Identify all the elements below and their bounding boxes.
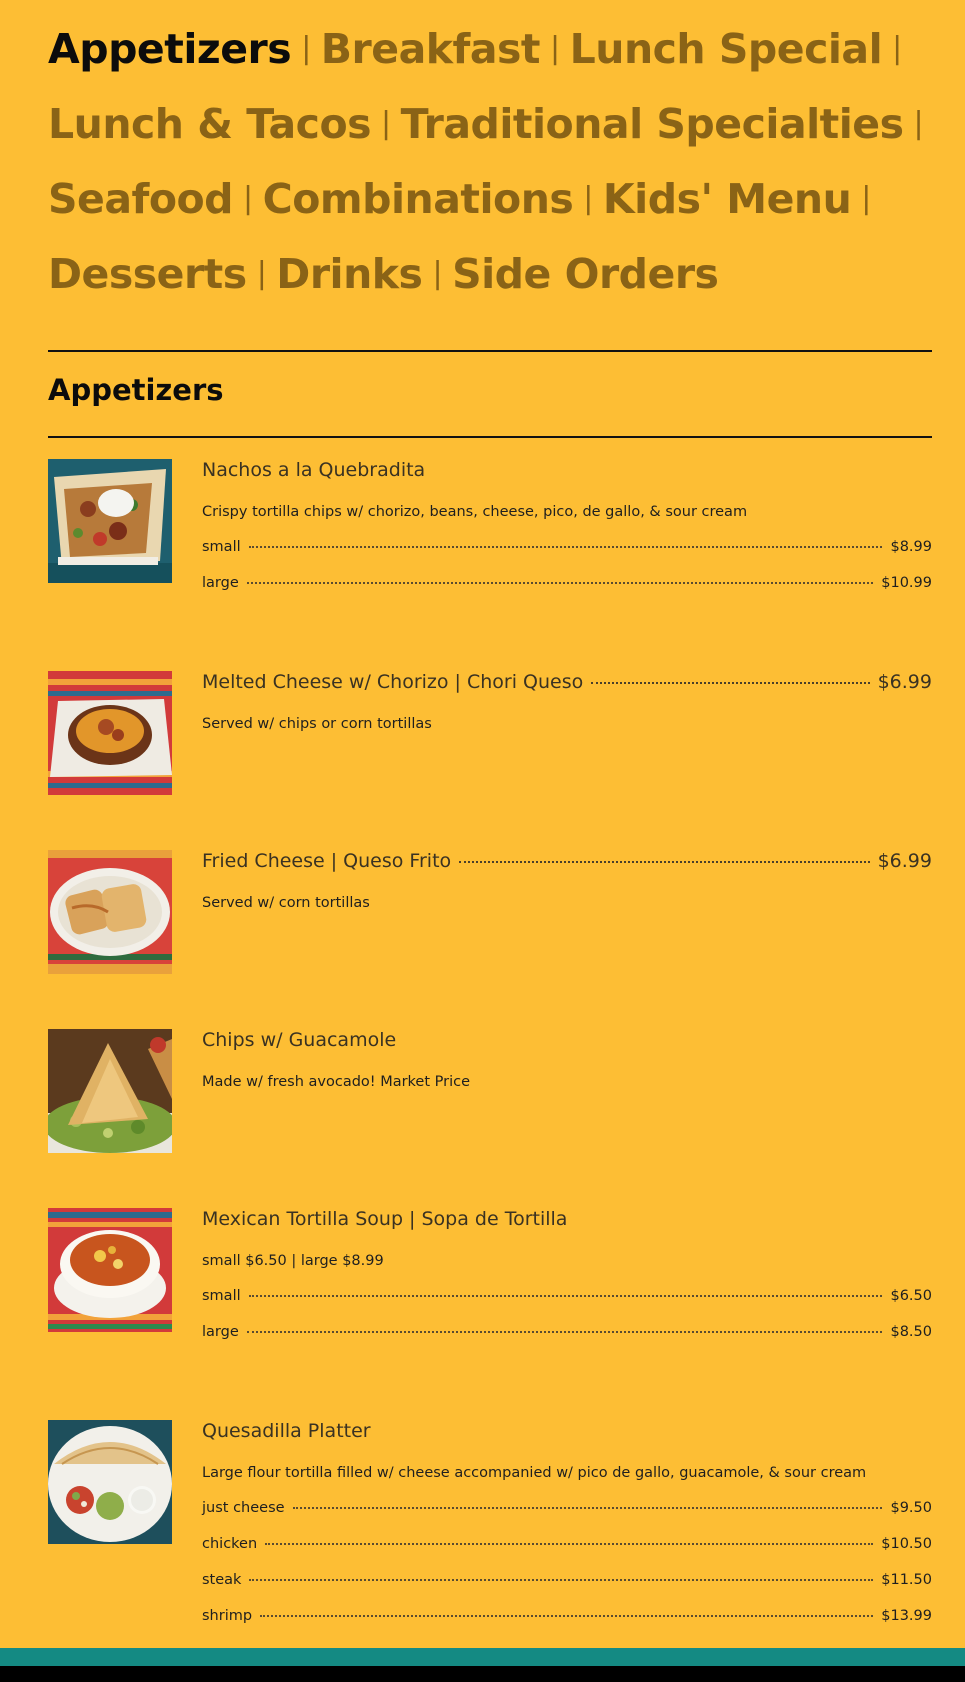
price-option-row: small $6.50 — [202, 1288, 932, 1308]
item-description: Served w/ chips or corn tortillas — [202, 716, 432, 732]
nav-link-lunch-tacos[interactable]: Lunch & Tacos — [48, 100, 372, 148]
nav-separator: | — [583, 181, 593, 216]
dotted-leader — [591, 682, 870, 684]
item-name: Mexican Tortilla Soup | Sopa de Tortilla — [202, 1208, 568, 1230]
nav-separator: | — [861, 181, 871, 216]
option-label: small — [202, 1288, 241, 1304]
section-title: Appetizers — [48, 373, 224, 407]
dotted-leader — [292, 1507, 883, 1509]
item-description: Large flour tortilla filled w/ cheese ac… — [202, 1465, 867, 1481]
dotted-leader — [246, 1331, 883, 1333]
guacamole-photo[interactable] — [48, 1029, 172, 1153]
price-option-row: large $8.50 — [202, 1324, 932, 1344]
item-price: $6.99 — [877, 671, 932, 693]
nav-link-side-orders[interactable]: Side Orders — [452, 250, 719, 298]
price-option-row: shrimp $13.99 — [202, 1608, 932, 1628]
option-label: steak — [202, 1572, 242, 1588]
nav-link-traditional-specialties[interactable]: Traditional Specialties — [401, 100, 904, 148]
nav-separator: | — [243, 181, 253, 216]
option-price: $10.99 — [881, 575, 932, 591]
price-option-row: large $10.99 — [202, 575, 932, 595]
nav-separator: | — [381, 106, 391, 141]
section-divider-bottom — [48, 436, 932, 438]
dotted-leader — [248, 546, 883, 548]
nav-link-seafood[interactable]: Seafood — [48, 175, 234, 223]
option-price: $8.99 — [890, 539, 932, 555]
nav-link-combinations[interactable]: Combinations — [263, 175, 574, 223]
nav-separator: | — [892, 31, 902, 66]
nav-separator: | — [550, 31, 560, 66]
item-description: Served w/ corn tortillas — [202, 895, 370, 911]
dotted-leader — [249, 1579, 874, 1581]
price-option-row: chicken $10.50 — [202, 1536, 932, 1556]
item-name: Chips w/ Guacamole — [202, 1029, 397, 1051]
item-name: Melted Cheese w/ Chorizo | Chori Queso — [202, 671, 584, 693]
price-option-row: steak $11.50 — [202, 1572, 932, 1592]
footer-bar — [0, 1666, 965, 1682]
option-price: $6.50 — [890, 1288, 932, 1304]
nav-separator: | — [301, 31, 311, 66]
item-name: Nachos a la Quebradita — [202, 459, 426, 481]
price-option-row: small $8.99 — [202, 539, 932, 559]
nav-separator: | — [432, 256, 443, 291]
quesadilla-photo[interactable] — [48, 1420, 172, 1544]
queso-frito-photo[interactable] — [48, 850, 172, 974]
section-divider-top — [48, 350, 932, 352]
option-price: $11.50 — [881, 1572, 932, 1588]
item-description: Made w/ fresh avocado! Market Price — [202, 1074, 471, 1090]
dotted-leader — [260, 1615, 874, 1617]
chori-queso-photo[interactable] — [48, 671, 172, 795]
nav-link-drinks[interactable]: Drinks — [276, 250, 423, 298]
option-label: small — [202, 539, 241, 555]
item-name: Quesadilla Platter — [202, 1420, 371, 1442]
footer-band — [0, 1648, 965, 1666]
tortilla-soup-photo[interactable] — [48, 1208, 172, 1332]
option-label: large — [202, 575, 239, 591]
item-name: Fried Cheese | Queso Frito — [202, 850, 452, 872]
option-price: $10.50 — [881, 1536, 932, 1552]
option-price: $9.50 — [890, 1500, 932, 1516]
nav-separator: | — [913, 106, 924, 141]
price-option-row: just cheese $9.50 — [202, 1500, 932, 1520]
nachos-photo[interactable] — [48, 459, 172, 583]
option-label: large — [202, 1324, 239, 1340]
nav-separator: | — [256, 256, 267, 291]
dotted-leader — [459, 861, 870, 863]
nav-link-lunch-special[interactable]: Lunch Special — [570, 25, 883, 73]
dotted-leader — [248, 1295, 883, 1297]
nav-link-appetizers[interactable]: Appetizers — [48, 25, 292, 73]
option-label: chicken — [202, 1536, 258, 1552]
option-price: $13.99 — [881, 1608, 932, 1624]
option-price: $8.50 — [890, 1324, 932, 1340]
item-description: Crispy tortilla chips w/ chorizo, beans,… — [202, 504, 748, 520]
category-nav: Appetizers | Breakfast | Lunch Special | Lunc… — [48, 14, 928, 314]
option-label: just cheese — [202, 1500, 285, 1516]
item-description: small $6.50 | large $8.99 — [202, 1253, 384, 1269]
nav-link-desserts[interactable]: Desserts — [48, 250, 247, 298]
dotted-leader — [265, 1543, 874, 1545]
nav-link-breakfast[interactable]: Breakfast — [321, 25, 541, 73]
item-price: $6.99 — [877, 850, 932, 872]
option-label: shrimp — [202, 1608, 253, 1624]
nav-link-kids-menu[interactable]: Kids' Menu — [603, 175, 852, 223]
dotted-leader — [246, 582, 874, 584]
